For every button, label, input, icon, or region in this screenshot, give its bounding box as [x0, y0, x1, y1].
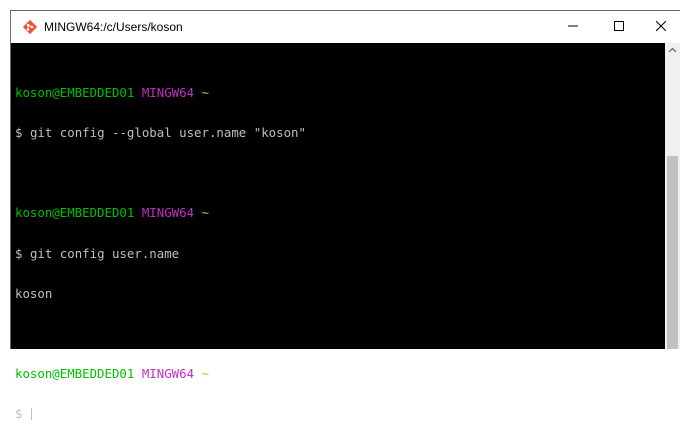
- prompt-shell: MINGW64: [141, 84, 195, 100]
- command-line: $ git config user.name: [15, 245, 665, 261]
- prompt-user-host: koson@EMBEDDED01: [15, 205, 135, 221]
- maximize-icon: [614, 20, 624, 34]
- prompt-line: koson@EMBEDDED01 MINGW64 ~: [15, 206, 665, 219]
- minimize-icon: [568, 20, 578, 34]
- terminal-output[interactable]: koson@EMBEDDED01 MINGW64 ~ $ git config …: [11, 43, 665, 421]
- scroll-thumb[interactable]: [667, 156, 678, 349]
- prompt-cwd: ~: [201, 205, 209, 221]
- maximize-button[interactable]: [596, 11, 642, 43]
- command-text: git config user.name: [29, 245, 180, 261]
- prompt-line: koson@EMBEDDED01 MINGW64 ~: [15, 367, 665, 380]
- prompt-cwd: ~: [201, 366, 209, 382]
- command-text: git config --global user.name "koson": [29, 125, 306, 141]
- command-line: $ git config --global user.name "koson": [15, 126, 665, 139]
- prompt-symbol: $: [15, 245, 23, 261]
- input-line[interactable]: $: [15, 406, 665, 422]
- scroll-up-arrow-icon: [665, 45, 680, 62]
- prompt-user-host: koson@EMBEDDED01: [15, 366, 135, 382]
- prompt-shell: MINGW64: [141, 205, 195, 221]
- command-output: koson: [15, 285, 53, 301]
- text-cursor: [30, 408, 32, 421]
- git-bash-icon: [22, 19, 38, 35]
- minimize-button[interactable]: [550, 11, 596, 43]
- close-icon: [655, 20, 667, 34]
- prompt-cwd: ~: [201, 84, 209, 100]
- prompt-symbol: $: [15, 125, 23, 141]
- vertical-scrollbar[interactable]: [665, 43, 680, 349]
- prompt-symbol: $: [15, 406, 23, 422]
- prompt-line: koson@EMBEDDED01 MINGW64 ~: [15, 86, 665, 99]
- git-bash-window: MINGW64:/c/Users/koson koson@EMBEDDED01 …: [10, 10, 680, 421]
- prompt-shell: MINGW64: [141, 366, 195, 382]
- window-title: MINGW64:/c/Users/koson: [44, 20, 183, 34]
- close-button[interactable]: [642, 11, 680, 43]
- scroll-up-button[interactable]: [665, 43, 680, 58]
- prompt-user-host: koson@EMBEDDED01: [15, 84, 135, 100]
- title-bar[interactable]: MINGW64:/c/Users/koson: [11, 11, 680, 43]
